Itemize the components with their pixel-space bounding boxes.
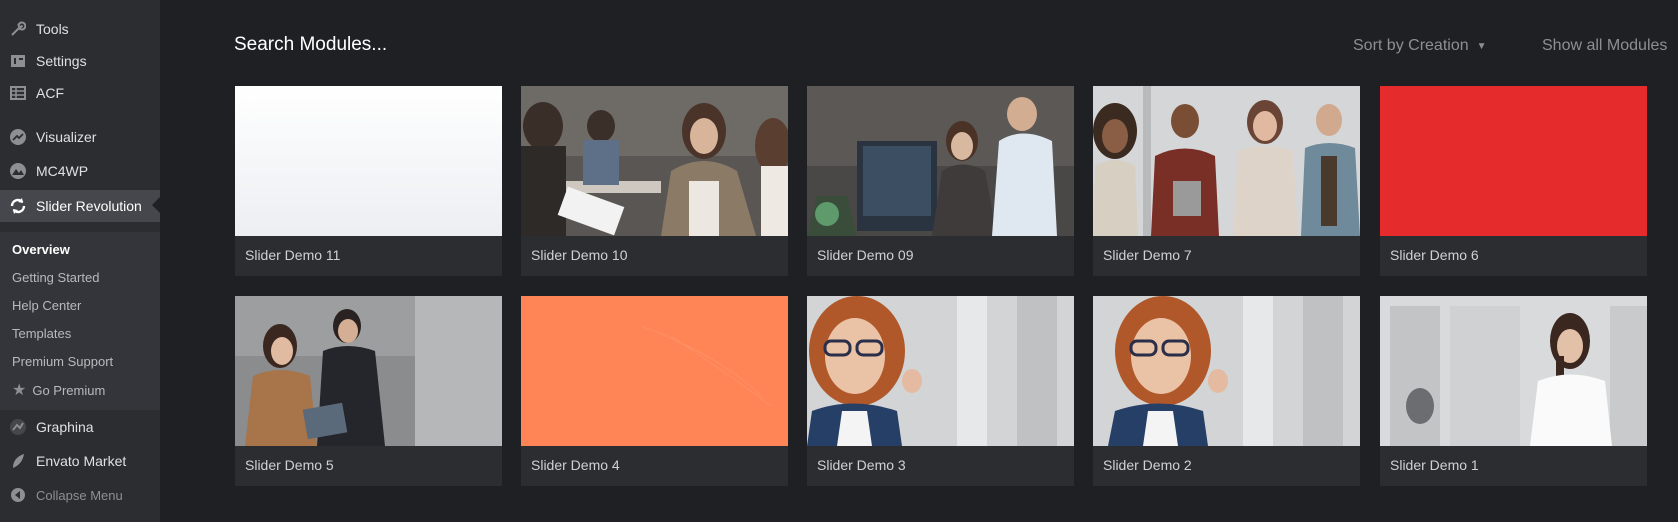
module-title: Slider Demo 09 [817, 247, 914, 263]
sidebar-item-label: MC4WP [36, 163, 89, 179]
show-all-modules-button[interactable]: Show all Modules [1542, 37, 1667, 55]
module-card[interactable]: Slider Demo 7 [1093, 86, 1360, 276]
sidebar-item-label: Graphina [36, 419, 94, 435]
module-title: Slider Demo 4 [531, 457, 620, 473]
sidebar-item-label: Settings [36, 53, 87, 69]
module-title: Slider Demo 3 [817, 457, 906, 473]
sidebar-item-envato-market[interactable]: Envato Market [0, 446, 160, 476]
wrench-icon [8, 19, 28, 39]
module-card[interactable]: Slider Demo 09 [807, 86, 1074, 276]
submenu-item-label: Go Premium [32, 382, 106, 398]
collapse-menu-button[interactable]: Collapse Menu [0, 480, 160, 510]
module-title: Slider Demo 1 [1390, 457, 1479, 473]
submenu-item-getting-started[interactable]: Getting Started [12, 270, 99, 285]
module-thumbnail [235, 296, 502, 446]
module-thumbnail [1093, 86, 1360, 236]
module-title: Slider Demo 10 [531, 247, 628, 263]
module-card[interactable]: Slider Demo 11 [235, 86, 502, 276]
module-thumbnail [807, 296, 1074, 446]
sidebar-item-slider-revolution[interactable]: Slider Revolution [0, 190, 160, 222]
caret-down-icon: ▼ [1476, 40, 1487, 52]
submenu-item-help-center[interactable]: Help Center [12, 298, 81, 313]
module-card[interactable]: Slider Demo 5 [235, 296, 502, 486]
module-title: Slider Demo 5 [245, 457, 334, 473]
leaf-icon [8, 451, 28, 471]
module-thumbnail [807, 86, 1074, 236]
module-card[interactable]: Slider Demo 4 [521, 296, 788, 486]
module-title: Slider Demo 6 [1390, 247, 1479, 263]
module-grid: Slider Demo 11 Slider Demo 10 Slider Dem… [235, 86, 1678, 496]
sidebar-item-settings[interactable]: Settings [0, 46, 160, 76]
module-card[interactable]: Slider Demo 2 [1093, 296, 1360, 486]
module-title: Slider Demo 7 [1103, 247, 1192, 263]
submenu-item-overview[interactable]: Overview [12, 242, 70, 257]
module-card[interactable]: Slider Demo 10 [521, 86, 788, 276]
submenu-item-templates[interactable]: Templates [12, 326, 71, 341]
refresh-icon [8, 196, 28, 216]
collapse-menu-label: Collapse Menu [36, 487, 123, 503]
star-icon: ★ [12, 382, 27, 399]
module-thumbnail [1380, 296, 1647, 446]
module-thumbnail [521, 296, 788, 446]
sidebar-item-label: Tools [36, 21, 69, 37]
sidebar-item-label: Visualizer [36, 129, 97, 145]
sidebar-item-visualizer[interactable]: Visualizer [0, 122, 160, 152]
module-thumbnail [235, 86, 502, 236]
settings-icon [8, 51, 28, 71]
sidebar-item-mc4wp[interactable]: MC4WP [0, 156, 160, 186]
sidebar-item-graphina[interactable]: Graphina [0, 412, 160, 442]
sidebar-item-label: ACF [36, 85, 64, 101]
admin-sidebar: Tools Settings ACF Visualizer MC4WP Slid… [0, 0, 160, 522]
module-card[interactable]: Slider Demo 6 [1380, 86, 1647, 276]
submenu-item-go-premium[interactable]: ★ Go Premium [12, 380, 105, 400]
sort-label: Sort by Creation [1353, 37, 1469, 54]
sidebar-item-label: Envato Market [36, 453, 127, 469]
mountain-icon [8, 161, 28, 181]
slider-revolution-submenu: Overview Getting Started Help Center Tem… [0, 232, 160, 410]
sort-dropdown[interactable]: Sort by Creation ▼ [1353, 37, 1487, 55]
module-thumbnail [1380, 86, 1647, 236]
module-title: Slider Demo 11 [245, 247, 341, 263]
chart-icon [8, 127, 28, 147]
search-modules-input[interactable]: Search Modules... [234, 34, 387, 56]
table-icon [8, 83, 28, 103]
sidebar-item-tools[interactable]: Tools [0, 14, 160, 44]
sidebar-item-acf[interactable]: ACF [0, 78, 160, 108]
submenu-item-premium-support[interactable]: Premium Support [12, 354, 113, 369]
module-card[interactable]: Slider Demo 1 [1380, 296, 1647, 486]
module-thumbnail [1093, 296, 1360, 446]
sidebar-item-label: Slider Revolution [36, 198, 142, 214]
module-title: Slider Demo 2 [1103, 457, 1192, 473]
module-thumbnail [521, 86, 788, 236]
graphina-icon [8, 417, 28, 437]
collapse-arrow-icon [8, 485, 28, 505]
module-card[interactable]: Slider Demo 3 [807, 296, 1074, 486]
